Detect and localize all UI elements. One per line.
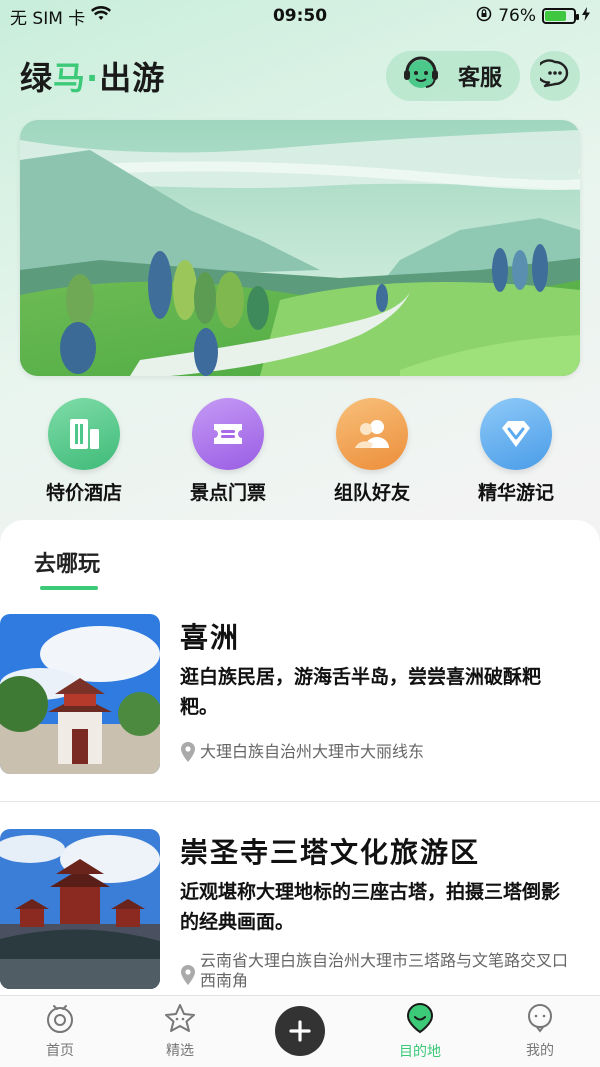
quick-item-ticket[interactable]: 景点门票: [163, 398, 293, 508]
profile-icon: [524, 1003, 556, 1037]
app-header: 绿马·出游 客服: [20, 48, 580, 104]
tab-destination[interactable]: 目的地: [370, 1002, 470, 1061]
charging-icon: [582, 6, 590, 26]
content-panel: 去哪玩 喜洲 逛白族民居，游海舌半岛，尝尝喜洲破酥粑粑。 大理白族自治州大理市大…: [0, 520, 600, 995]
place-location: 云南省大理白族自治州大理市三塔路与文笔路交叉口西南角: [180, 951, 580, 991]
battery-percent: 76%: [498, 6, 536, 26]
tab-label: 精选: [166, 1043, 194, 1059]
tab-label: 我的: [526, 1043, 554, 1059]
message-button[interactable]: [530, 51, 580, 101]
plus-icon: [275, 1005, 325, 1056]
friends-icon: [336, 398, 408, 470]
quick-item-friends[interactable]: 组队好友: [307, 398, 437, 508]
place-name: 崇圣寺三塔文化旅游区: [180, 836, 481, 869]
diamond-icon: [480, 398, 552, 470]
header-actions: 客服: [385, 50, 580, 102]
quick-label-travelnotes: 精华游记: [477, 482, 554, 504]
quick-label-friends: 组队好友: [333, 482, 410, 504]
orientation-lock-icon: [476, 6, 492, 27]
star-icon: [164, 1003, 196, 1037]
customer-service-label: 客服: [457, 66, 502, 91]
place-description: 逛白族民居，游海舌半岛，尝尝喜洲破酥粑粑。: [180, 666, 542, 718]
location-pin-icon: [180, 965, 196, 990]
quick-menu: 特价酒店 景点门票 组队好友 精华游记: [0, 398, 600, 508]
tab-profile[interactable]: 我的: [490, 1003, 590, 1060]
headset-avatar-icon: [398, 50, 444, 102]
hotel-icon: [48, 398, 120, 470]
hero-banner[interactable]: [20, 120, 580, 376]
brand-accent: 马: [53, 59, 87, 97]
bottom-tab-bar: 首页 精选 目的地 我的: [0, 995, 600, 1067]
quick-item-hotel[interactable]: 特价酒店: [19, 398, 149, 508]
brand-dot: ·: [86, 59, 100, 97]
section-title[interactable]: 去哪玩: [34, 546, 100, 578]
ticket-icon: [192, 398, 264, 470]
customer-service-button[interactable]: 客服: [385, 50, 520, 102]
tab-featured[interactable]: 精选: [130, 1003, 230, 1060]
place-card-xizhou[interactable]: 喜洲 逛白族民居，游海舌半岛，尝尝喜洲破酥粑粑。 大理白族自治州大理市大丽线东: [0, 614, 600, 774]
battery-fill: [545, 11, 567, 21]
status-right: 76%: [476, 6, 590, 27]
status-bar: 无 SIM 卡 09:50 76%: [0, 0, 600, 32]
place-thumbnail: [0, 829, 160, 989]
place-description: 近观堪称大理地标的三座古塔，拍摄三塔倒影的经典画面。: [180, 881, 561, 933]
brand-part-2: 出游: [99, 59, 166, 97]
brand-part-1: 绿: [20, 59, 54, 97]
place-location-text: 大理白族自治州大理市大丽线东: [200, 742, 425, 761]
section-tab-indicator: [40, 586, 98, 590]
tab-home[interactable]: 首页: [10, 1003, 110, 1060]
tab-label: 目的地: [399, 1044, 441, 1060]
place-location: 大理白族自治州大理市大丽线东: [180, 742, 580, 767]
location-pin-icon: [180, 742, 196, 767]
battery-icon: [542, 8, 579, 24]
carrier-label: 无 SIM 卡: [10, 8, 86, 29]
landscape-illustration: [20, 120, 580, 376]
home-eye-icon: [44, 1003, 76, 1037]
quick-label-ticket: 景点门票: [189, 482, 266, 504]
brand-logo: 绿马·出游: [20, 53, 165, 99]
chat-bubble-icon: [535, 59, 570, 93]
quick-item-travelnotes[interactable]: 精华游记: [451, 398, 581, 508]
tab-label: 首页: [46, 1043, 74, 1059]
place-card-three-pagodas[interactable]: 崇圣寺三塔文化旅游区 近观堪称大理地标的三座古塔，拍摄三塔倒影的经典画面。 云南…: [0, 829, 600, 991]
place-location-text: 云南省大理白族自治州大理市三塔路与文笔路交叉口西南角: [200, 951, 569, 990]
quick-label-hotel: 特价酒店: [45, 482, 122, 504]
list-divider: [0, 801, 600, 802]
place-thumbnail: [0, 614, 160, 774]
tab-create[interactable]: [250, 1005, 350, 1056]
destination-icon: [404, 1002, 436, 1038]
status-left: 无 SIM 卡: [10, 4, 112, 29]
place-name: 喜洲: [180, 621, 241, 654]
wifi-icon: [91, 5, 112, 27]
